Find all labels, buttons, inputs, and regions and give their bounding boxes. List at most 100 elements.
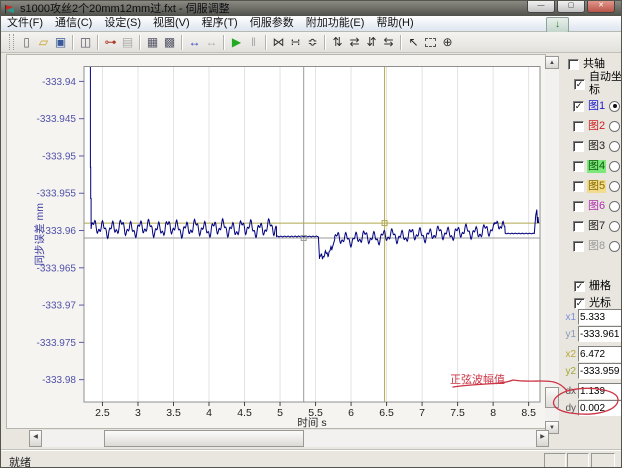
pointer-icon[interactable]: ↖ (405, 34, 422, 51)
figure-6-radio[interactable] (609, 201, 620, 212)
figure-4-radio[interactable] (609, 161, 620, 172)
key-icon[interactable]: ⊶ (102, 34, 119, 51)
print-icon[interactable]: ▤ (119, 34, 136, 51)
copy-icon[interactable]: ◫ (77, 34, 94, 51)
figure-5-checkbox[interactable]: 图5 (573, 179, 620, 193)
figure-7-radio[interactable] (609, 221, 620, 232)
toolbar: ▯▱▣ ◫ ⊶▤ ▦▩ ↔↔ ▶‖ ⋈∺≎ ⇅⇄⇵⇆ ↖ ⊕ (1, 32, 621, 53)
grid-checkbox[interactable]: ✓栅格 (574, 279, 612, 293)
figure-1-checkbox[interactable]: ✓图1 (573, 99, 620, 113)
y1-label: y1 (561, 329, 576, 340)
svg-text:6.5: 6.5 (379, 407, 394, 419)
checkbox[interactable] (573, 201, 584, 212)
svg-text:6: 6 (348, 407, 354, 419)
h-link-off-icon[interactable]: ↔ (203, 34, 220, 51)
checkbox[interactable]: ✓ (573, 101, 584, 112)
figure-5-radio[interactable] (609, 181, 620, 192)
coaxial-checkbox[interactable]: 共轴 (568, 57, 606, 71)
figure-2-checkbox[interactable]: 图2 (573, 119, 620, 133)
checkbox[interactable] (573, 141, 584, 152)
y1-input[interactable] (578, 326, 622, 342)
menu-communication[interactable]: 通信(C) (49, 16, 98, 31)
y2-label: y2 (561, 366, 576, 377)
checkbox[interactable] (573, 121, 584, 132)
figure-8-radio[interactable] (609, 241, 620, 252)
horizontal-scrollbar[interactable]: ◀▶ (29, 430, 549, 447)
h-link-icon[interactable]: ↔ (186, 34, 203, 51)
checkbox[interactable] (573, 241, 584, 252)
waveform-chart[interactable]: 2.533.544.555.566.577.588.5-333.94-333.9… (7, 55, 545, 428)
plot-window-2-icon[interactable]: ▩ (161, 34, 178, 51)
svg-text:-333.955: -333.955 (37, 189, 77, 200)
plot-window-1-icon[interactable]: ▦ (144, 34, 161, 51)
menu-settings[interactable]: 设定(S) (98, 16, 147, 31)
scroll-left-button[interactable]: ◀ (29, 430, 42, 447)
checkbox[interactable] (573, 221, 584, 232)
vertical-scrollbar[interactable]: ▲▼ (545, 56, 559, 434)
figure-4-checkbox[interactable]: 图4 (573, 159, 620, 173)
figure-6-checkbox[interactable]: 图6 (573, 199, 620, 213)
x1-input[interactable] (578, 309, 622, 325)
new-icon[interactable]: ▯ (18, 34, 35, 51)
menu-view[interactable]: 视图(V) (147, 16, 196, 31)
dx-field-row: dx (561, 383, 622, 399)
title-bar[interactable]: s1000攻丝2个20mm12mm过.fxt - 伺服调整 —▢✕ (1, 1, 621, 16)
toolbar-separator (97, 35, 99, 50)
figure-1-radio[interactable] (609, 101, 620, 112)
dy-input[interactable] (578, 400, 622, 416)
figure-8-checkbox[interactable]: 图8 (573, 239, 620, 253)
minimize-button[interactable]: — (527, 1, 555, 13)
figure-7-checkbox[interactable]: 图7 (573, 219, 620, 233)
menu-extra-functions[interactable]: 附加功能(E) (300, 16, 371, 31)
fit-vertical-icon[interactable]: ≎ (304, 34, 321, 51)
checkbox[interactable] (573, 181, 584, 192)
expand-x-icon[interactable]: ⇅ (329, 34, 346, 51)
y2-input[interactable] (578, 363, 622, 379)
open-icon[interactable]: ▱ (35, 34, 52, 51)
svg-text:7.5: 7.5 (450, 407, 465, 419)
scroll-up-button[interactable]: ▲ (545, 56, 559, 69)
shrink-y-icon[interactable]: ⇆ (380, 34, 397, 51)
scroll-right-button[interactable]: ▶ (536, 430, 549, 447)
x2-input[interactable] (578, 346, 622, 362)
menu-program[interactable]: 程序(T) (196, 16, 244, 31)
select-rect-icon[interactable] (425, 38, 436, 47)
y1-field-row: y1 (561, 326, 622, 342)
checkbox[interactable]: ✓ (574, 281, 585, 292)
cursor-checkbox-label: 光标 (588, 297, 612, 310)
toolbar-separator (181, 35, 183, 50)
shrink-x-icon[interactable]: ⇄ (346, 34, 363, 51)
figure-2-radio[interactable] (609, 121, 620, 132)
svg-text:-333.98: -333.98 (42, 375, 76, 386)
figure-3-radio[interactable] (609, 141, 620, 152)
checkbox[interactable] (573, 161, 584, 172)
checkbox[interactable] (568, 59, 579, 70)
expand-y-icon[interactable]: ⇵ (363, 34, 380, 51)
auto-scale-checkbox[interactable]: ✓自动坐标 (574, 77, 622, 91)
menu-overflow-button[interactable]: ↓ (546, 17, 569, 33)
chart-canvas[interactable]: 2.533.544.555.566.577.588.5-333.94-333.9… (6, 54, 546, 429)
pan-icon[interactable]: ⊕ (439, 34, 456, 51)
fit-horizontal-icon[interactable]: ∺ (287, 34, 304, 51)
run-icon[interactable]: ▶ (228, 34, 245, 51)
menu-help[interactable]: 帮助(H) (370, 16, 419, 31)
checkbox[interactable]: ✓ (574, 79, 585, 90)
pause-icon[interactable]: ‖ (245, 34, 262, 51)
window-controls: —▢✕ (527, 1, 615, 13)
maximize-button[interactable]: ▢ (557, 1, 585, 13)
svg-text:-333.94: -333.94 (42, 77, 76, 88)
zoom-extents-icon[interactable]: ⋈ (270, 34, 287, 51)
save-icon[interactable]: ▣ (52, 34, 69, 51)
menu-file[interactable]: 文件(F) (1, 16, 49, 31)
control-panel: 共轴✓自动坐标✓图1图2图3图4图5图6图7图8✓栅格✓光标x1y1x2y2dx… (561, 53, 622, 450)
menu-servo-params[interactable]: 伺服参数 (244, 16, 300, 31)
grid-checkbox-label: 栅格 (588, 280, 612, 293)
vertical-scroll-thumb[interactable] (545, 387, 559, 408)
close-button[interactable]: ✕ (587, 1, 615, 13)
checkbox[interactable]: ✓ (574, 298, 585, 309)
dx-input[interactable] (578, 383, 622, 399)
figure-3-checkbox[interactable]: 图3 (573, 139, 620, 153)
horizontal-scroll-thumb[interactable] (104, 430, 304, 447)
cursor-checkbox[interactable]: ✓光标 (574, 296, 612, 310)
status-pane (544, 453, 566, 468)
